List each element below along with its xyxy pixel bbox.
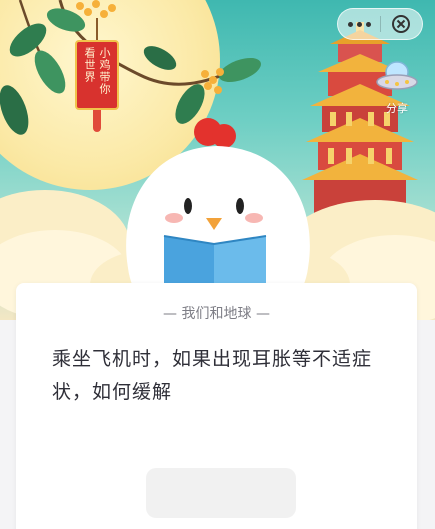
more-button[interactable] (338, 9, 380, 39)
close-button[interactable] (381, 9, 422, 39)
tag-line-1: 小鸡带你 (98, 47, 111, 95)
share-label: 分享 (386, 102, 408, 115)
share-button[interactable]: 分享 (372, 58, 422, 118)
hanging-tag: 小鸡带你 看世界 (75, 40, 119, 110)
tag-line-2: 看世界 (83, 47, 96, 83)
banner-illustration: 小鸡带你 看世界 (0, 0, 435, 320)
close-circle-icon (392, 15, 411, 33)
question-card: — 我们和地球 — 乘坐飞机时，如果出现耳胀等不适症状，如何缓解 (16, 283, 417, 529)
tag-string (96, 18, 98, 42)
tag-tassel (93, 110, 101, 132)
more-dots-icon (365, 21, 371, 27)
faint-background-graphic (146, 468, 296, 518)
question-text: 乘坐飞机时，如果出现耳胀等不适症状，如何缓解 (52, 348, 373, 403)
more-dots-icon (356, 21, 362, 27)
section-label: — 我们和地球 — (163, 306, 270, 322)
more-dots-icon (347, 21, 353, 27)
ufo-share-icon (376, 61, 418, 90)
mini-program-capsule (337, 8, 423, 40)
